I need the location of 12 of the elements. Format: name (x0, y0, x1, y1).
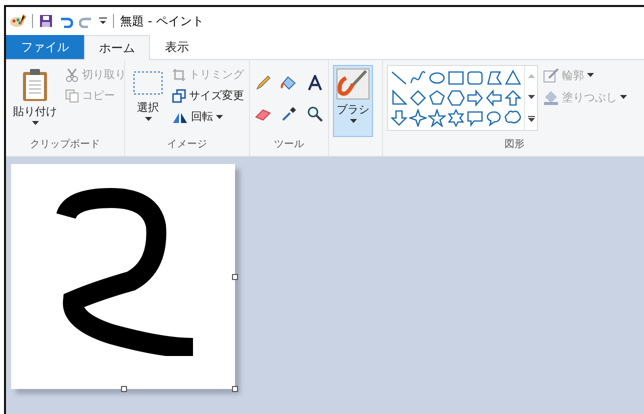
group-label: クリップボード (30, 138, 100, 152)
paste-button[interactable]: 貼り付け (10, 65, 60, 137)
window-title: 無題 - ペイント (120, 12, 204, 30)
file-menu-tab[interactable]: ファイル (6, 35, 84, 59)
group-label: イメージ (167, 138, 207, 152)
rotate-button[interactable]: 回転 (171, 107, 245, 126)
brush-button[interactable]: ブラシ (333, 65, 373, 137)
resize-button[interactable]: サイズ変更 (171, 86, 245, 105)
group-label: 図形 (504, 138, 524, 152)
group-label: ツール (274, 138, 304, 152)
ribbon-tab[interactable]: ホーム (84, 35, 150, 60)
select-button[interactable]: 選択 (129, 65, 167, 137)
